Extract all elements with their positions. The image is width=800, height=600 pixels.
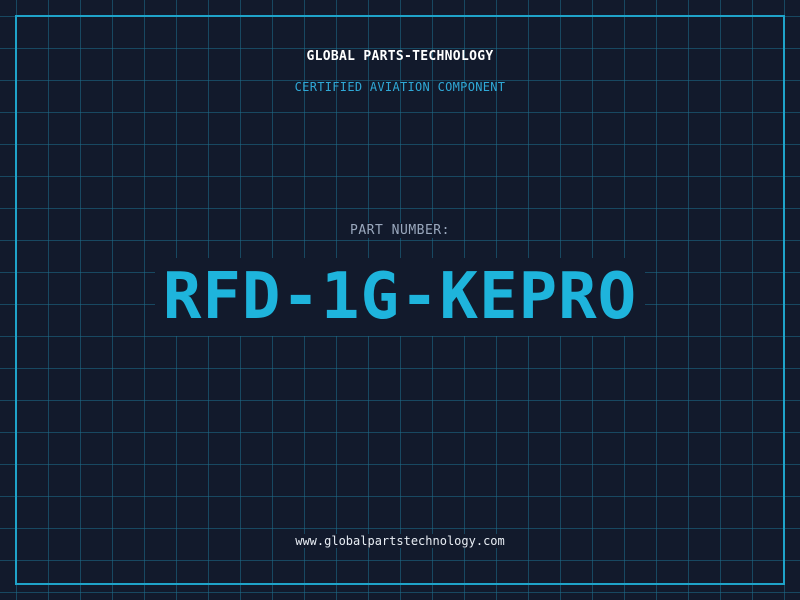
certification-tagline: CERTIFIED AVIATION COMPONENT bbox=[294, 80, 506, 94]
part-number-value: RFD-1G-KEPRO bbox=[154, 258, 646, 336]
part-label-row: PART NUMBER: bbox=[0, 219, 800, 238]
footer: www.globalpartstechnology.com bbox=[0, 530, 800, 549]
company-name: GLOBAL PARTS-TECHNOLOGY bbox=[306, 49, 494, 64]
part-number-row: RFD-1G-KEPRO bbox=[0, 258, 800, 336]
part-number-label: PART NUMBER: bbox=[344, 223, 456, 238]
website-url: www.globalpartstechnology.com bbox=[291, 534, 509, 548]
